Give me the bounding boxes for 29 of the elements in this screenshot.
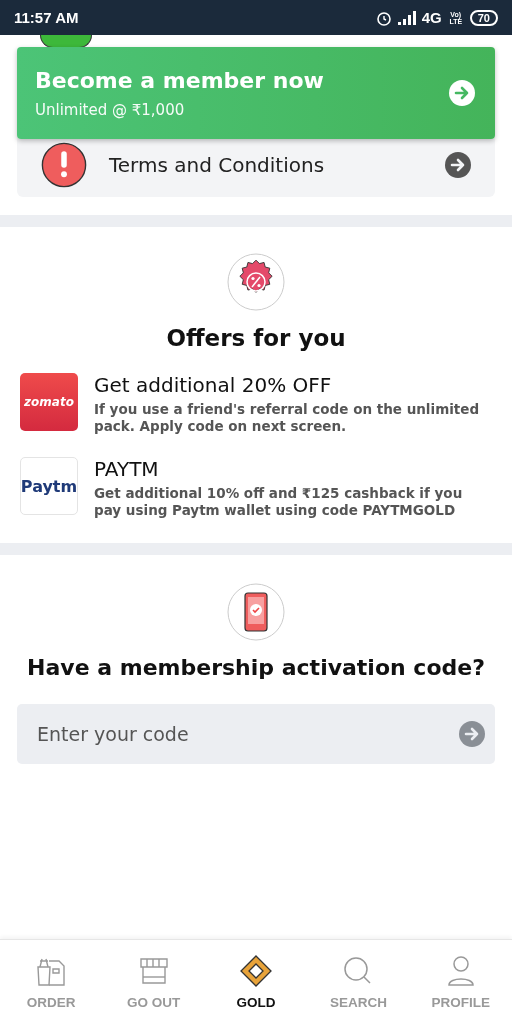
nav-tab[interactable]: SEARCH: [307, 940, 410, 1024]
nav-tab[interactable]: GOLD: [204, 940, 308, 1024]
battery-indicator: 70: [469, 9, 498, 26]
code-field[interactable]: Enter your code: [17, 704, 495, 764]
banner-subtitle: Unlimited @ ₹1,000: [35, 100, 186, 119]
paytm-logo: Paytm: [20, 457, 78, 515]
signal-icon: [397, 10, 416, 25]
warning-icon: [41, 142, 87, 188]
terms-label: Terms and Conditions: [109, 153, 326, 177]
nav-tab[interactable]: PROFILE: [409, 940, 512, 1024]
network-label: 4G: [421, 9, 442, 26]
section-title: Offers for you: [166, 325, 346, 351]
nav-tab[interactable]: ORDER: [0, 940, 103, 1024]
discount-icon: [227, 253, 285, 311]
banner-title: Become a member now: [35, 67, 325, 93]
zomato-logo: zomato: [20, 373, 78, 431]
submit-icon[interactable]: [459, 721, 485, 747]
alarm-icon: [375, 9, 392, 26]
nav-tab[interactable]: GO OUT: [102, 940, 205, 1024]
offer-description: Get additional 10% off and ₹125 cashback if you pay using Paytm wallet using code PAYTMGOLD: [94, 485, 464, 519]
diamond-icon: [240, 954, 272, 987]
offer-description: If you use a friend's referral code on the unlimited pack. Apply code on next screen.: [94, 401, 481, 435]
offer-title: Get additional 20% OFF: [94, 373, 333, 397]
section-title: Have a membership activation code?: [27, 655, 485, 680]
offer-title: PAYTM: [94, 457, 160, 481]
status-time: 11:57 AM: [14, 9, 79, 26]
code-input-field[interactable]: Enter your code: [35, 722, 459, 746]
phone-icon: [227, 583, 285, 641]
membership-banner[interactable]: Become a member now Unlimited @ ₹1,000: [17, 47, 495, 139]
